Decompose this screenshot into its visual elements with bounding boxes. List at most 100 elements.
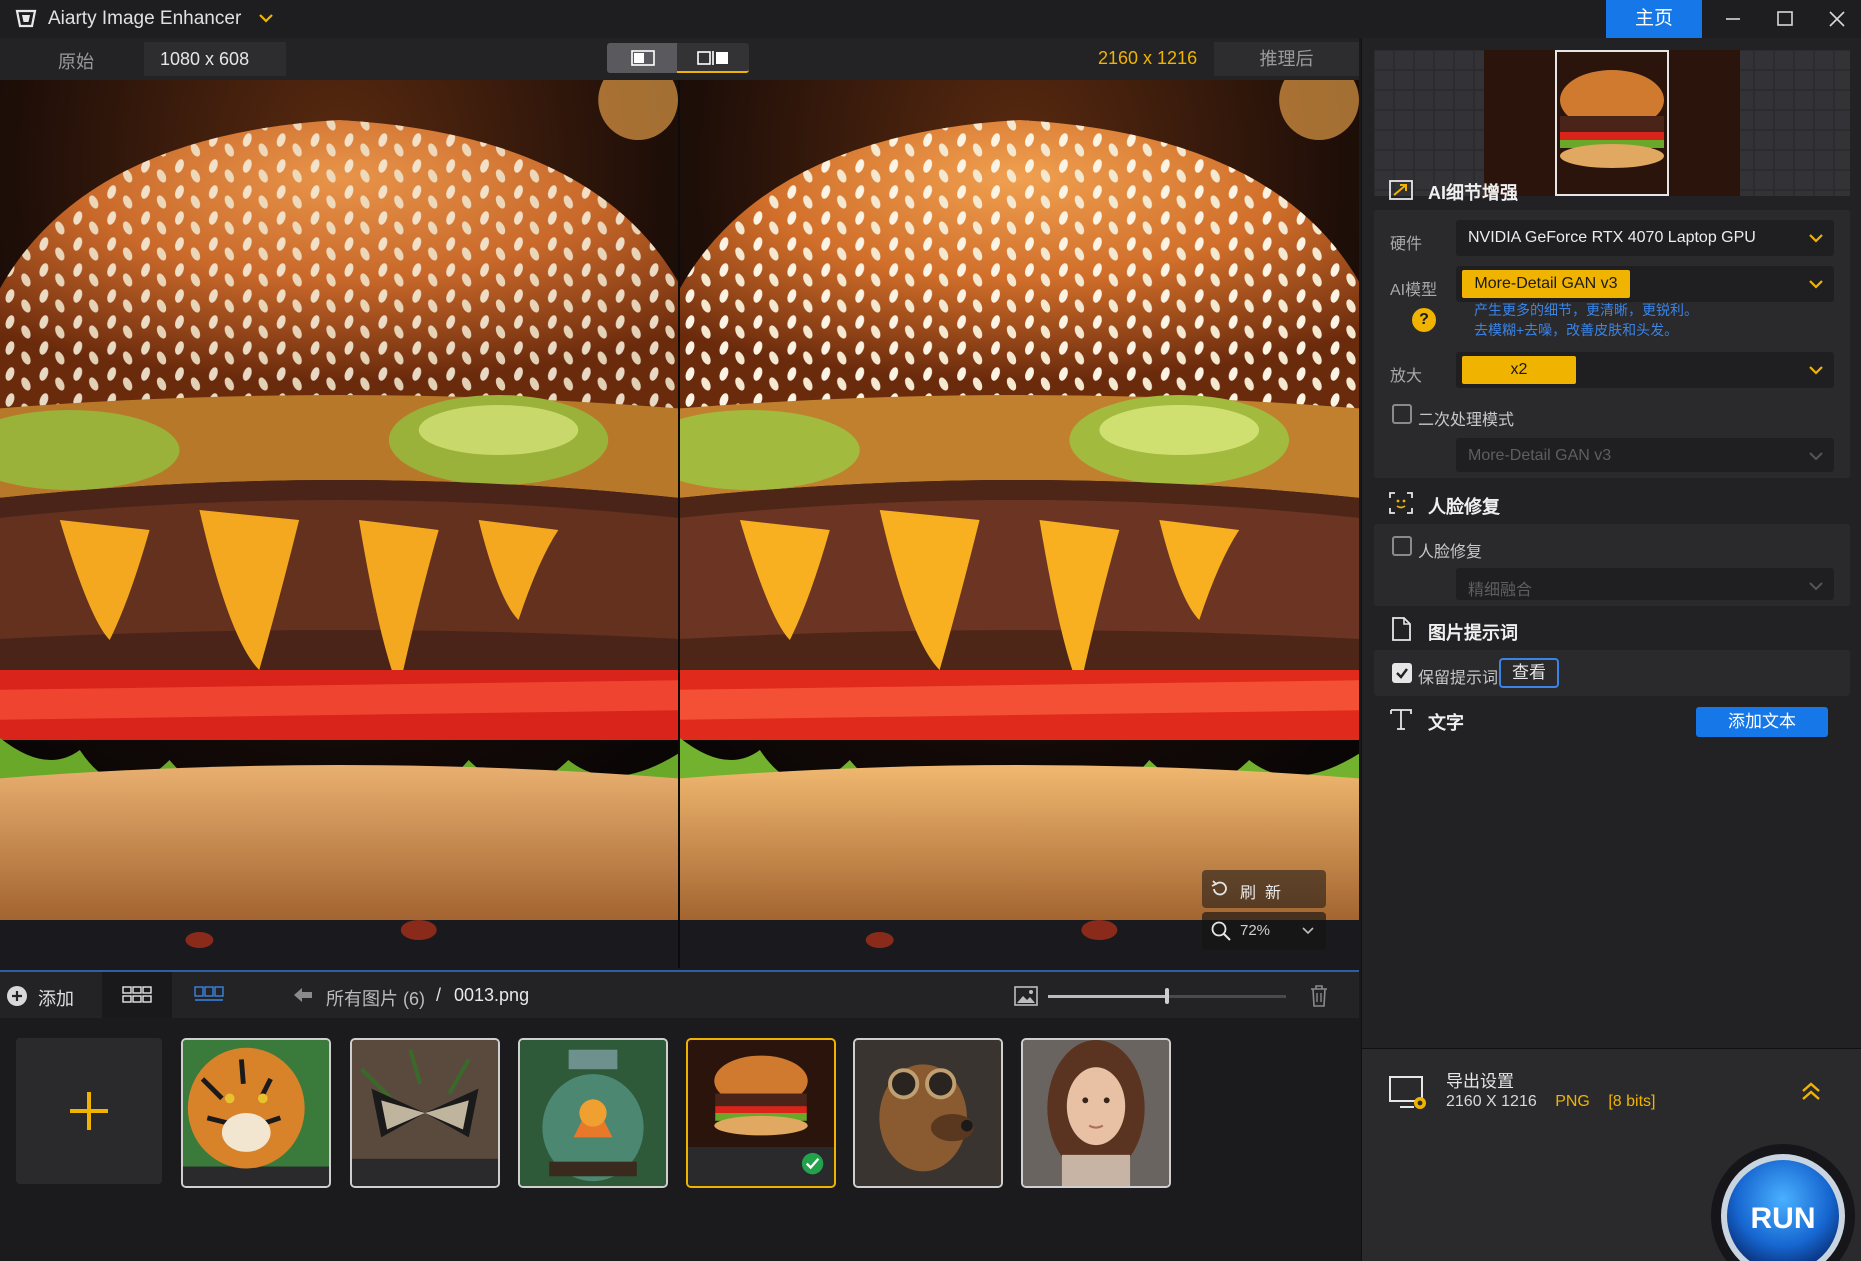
enhanced-image-view[interactable] <box>680 80 1359 968</box>
add-circle-icon[interactable] <box>6 984 28 1008</box>
original-resolution: 1080 x 608 <box>144 42 286 76</box>
slider-fill <box>1048 995 1167 998</box>
grid-view-button[interactable] <box>102 972 172 1018</box>
settings-panel: AI细节增强 硬件 NVIDIA GeForce RTX 4070 Laptop… <box>1361 38 1861 1261</box>
tiger-image <box>183 1040 329 1186</box>
scale-value: x2 <box>1462 356 1576 384</box>
image-icon <box>1014 986 1038 1006</box>
model-hint-line1: 产生更多的细节，更清晰，更锐利。 <box>1474 302 1698 318</box>
trash-icon[interactable] <box>1308 984 1330 1008</box>
keep-prompt-checkbox[interactable] <box>1392 663 1412 683</box>
text-icon <box>1390 709 1412 730</box>
thumbnail-size-slider[interactable] <box>1048 986 1286 1006</box>
secondary-model-select: More-Detail GAN v3 <box>1456 438 1834 472</box>
export-resolution: 2160 X 1216 <box>1446 1093 1537 1110</box>
view-prompt-button[interactable]: 查看 <box>1499 658 1559 688</box>
butterfly-image <box>352 1040 498 1186</box>
ai-enhance-title: AI细节增强 <box>1428 183 1518 203</box>
breadcrumb-current-file: 0013.png <box>454 985 530 1005</box>
thumbnail-dog-goggles[interactable] <box>853 1038 1003 1188</box>
refresh-button[interactable]: 刷新 <box>1202 870 1326 908</box>
split-view-icon <box>697 51 728 65</box>
thumbnail-tiger[interactable] <box>181 1038 331 1188</box>
chevron-down-icon <box>1809 452 1823 461</box>
gallery-toolbar: 添加 所有图片 (6) / 0013.png <box>0 970 1359 1018</box>
face-repair-label: 人脸修复 <box>1418 544 1483 561</box>
burger-thumbnail-image <box>688 1040 834 1186</box>
chevron-double-up-icon[interactable] <box>1798 1079 1824 1103</box>
chevron-down-icon <box>1809 366 1823 375</box>
dog-goggles-image <box>855 1040 1001 1186</box>
output-resolution: 2160 x 1216 <box>1098 48 1198 68</box>
zoom-select[interactable]: 72% <box>1202 912 1326 950</box>
prompt-header: 图片提示词 <box>1362 608 1861 650</box>
close-icon[interactable] <box>1824 6 1850 32</box>
add-text-button[interactable]: 添加文本 <box>1696 707 1828 737</box>
prompt-title: 图片提示词 <box>1428 623 1518 643</box>
view-controls-overlay: 刷新 72% <box>1202 870 1326 954</box>
thumbnail-burger[interactable] <box>686 1038 836 1188</box>
face-mode-value: 精细融合 <box>1468 582 1533 599</box>
refresh-label: 刷新 <box>1240 885 1291 902</box>
run-label: RUN <box>1751 1202 1816 1235</box>
help-icon[interactable]: ? <box>1412 308 1436 332</box>
burger-image-enhanced <box>680 80 1359 968</box>
strip-view-button[interactable] <box>180 972 238 1018</box>
chevron-down-icon[interactable] <box>258 12 274 24</box>
export-settings-icon <box>1389 1076 1426 1109</box>
enhance-icon <box>1389 180 1413 200</box>
back-arrow-icon[interactable] <box>292 984 314 1006</box>
grid-view-icon <box>122 986 152 1003</box>
ai-enhance-header: AI细节增强 <box>1362 168 1861 210</box>
home-button[interactable]: 主页 <box>1606 0 1702 38</box>
thumbnail-gallery <box>0 1018 1359 1261</box>
check-icon <box>1396 668 1408 679</box>
run-button[interactable]: RUN <box>1711 1140 1861 1261</box>
strip-view-icon <box>194 986 224 1001</box>
secondary-mode-label: 二次处理模式 <box>1418 412 1515 429</box>
original-label: 原始 <box>58 52 94 72</box>
chevron-down-icon <box>1809 582 1823 591</box>
terrarium-image <box>520 1040 666 1186</box>
thumbnail-terrarium[interactable] <box>518 1038 668 1188</box>
burger-image-original <box>0 80 678 968</box>
original-image-view[interactable] <box>0 80 678 968</box>
chevron-down-icon <box>1809 234 1823 243</box>
split-view-button[interactable] <box>677 43 749 73</box>
ai-settings-card: 硬件 NVIDIA GeForce RTX 4070 Laptop GPU AI… <box>1374 210 1850 478</box>
app-title: Aiarty Image Enhancer <box>48 8 242 29</box>
output-label: 推理后 <box>1214 42 1359 76</box>
export-bits: [8 bits] <box>1608 1093 1656 1110</box>
face-repair-checkbox[interactable] <box>1392 536 1412 556</box>
document-icon <box>1392 617 1411 641</box>
zoom-icon <box>1211 921 1231 941</box>
secondary-mode-checkbox[interactable] <box>1392 404 1412 424</box>
view-mode-toggle <box>607 43 749 73</box>
breadcrumb-all-images[interactable]: 所有图片 (6) <box>326 985 425 1011</box>
ai-model-select[interactable]: More-Detail GAN v3 <box>1456 266 1834 302</box>
export-summary: 2160 X 1216 PNG [8 bits] <box>1446 1093 1669 1111</box>
add-image-tile[interactable] <box>16 1038 162 1184</box>
chevron-down-icon <box>1809 280 1823 289</box>
single-view-button[interactable] <box>607 43 677 73</box>
thumbnail-butterfly[interactable] <box>350 1038 500 1188</box>
ai-model-label: AI模型 <box>1390 282 1438 299</box>
minimize-icon[interactable] <box>1720 6 1746 32</box>
secondary-model-value: More-Detail GAN v3 <box>1468 447 1612 464</box>
hardware-value: NVIDIA GeForce RTX 4070 Laptop GPU <box>1468 229 1756 246</box>
scale-select[interactable]: x2 <box>1456 352 1834 388</box>
thumbnail-portrait[interactable] <box>1021 1038 1171 1188</box>
export-format: PNG <box>1555 1093 1590 1110</box>
face-scan-icon <box>1389 492 1413 514</box>
maximize-icon[interactable] <box>1772 6 1798 32</box>
add-images-button[interactable]: 添加 <box>38 985 74 1011</box>
prompt-card: 保留提示词 查看 <box>1374 650 1850 696</box>
compare-header: 原始 1080 x 608 2160 x 1216 推理后 <box>0 38 1359 80</box>
zoom-value: 72% <box>1240 922 1271 939</box>
face-mode-select: 精细融合 <box>1456 568 1834 600</box>
hardware-select[interactable]: NVIDIA GeForce RTX 4070 Laptop GPU <box>1456 220 1834 256</box>
ai-model-value: More-Detail GAN v3 <box>1462 270 1630 298</box>
scale-label: 放大 <box>1390 368 1423 385</box>
slider-handle[interactable] <box>1165 988 1169 1004</box>
plus-icon <box>70 1092 108 1130</box>
